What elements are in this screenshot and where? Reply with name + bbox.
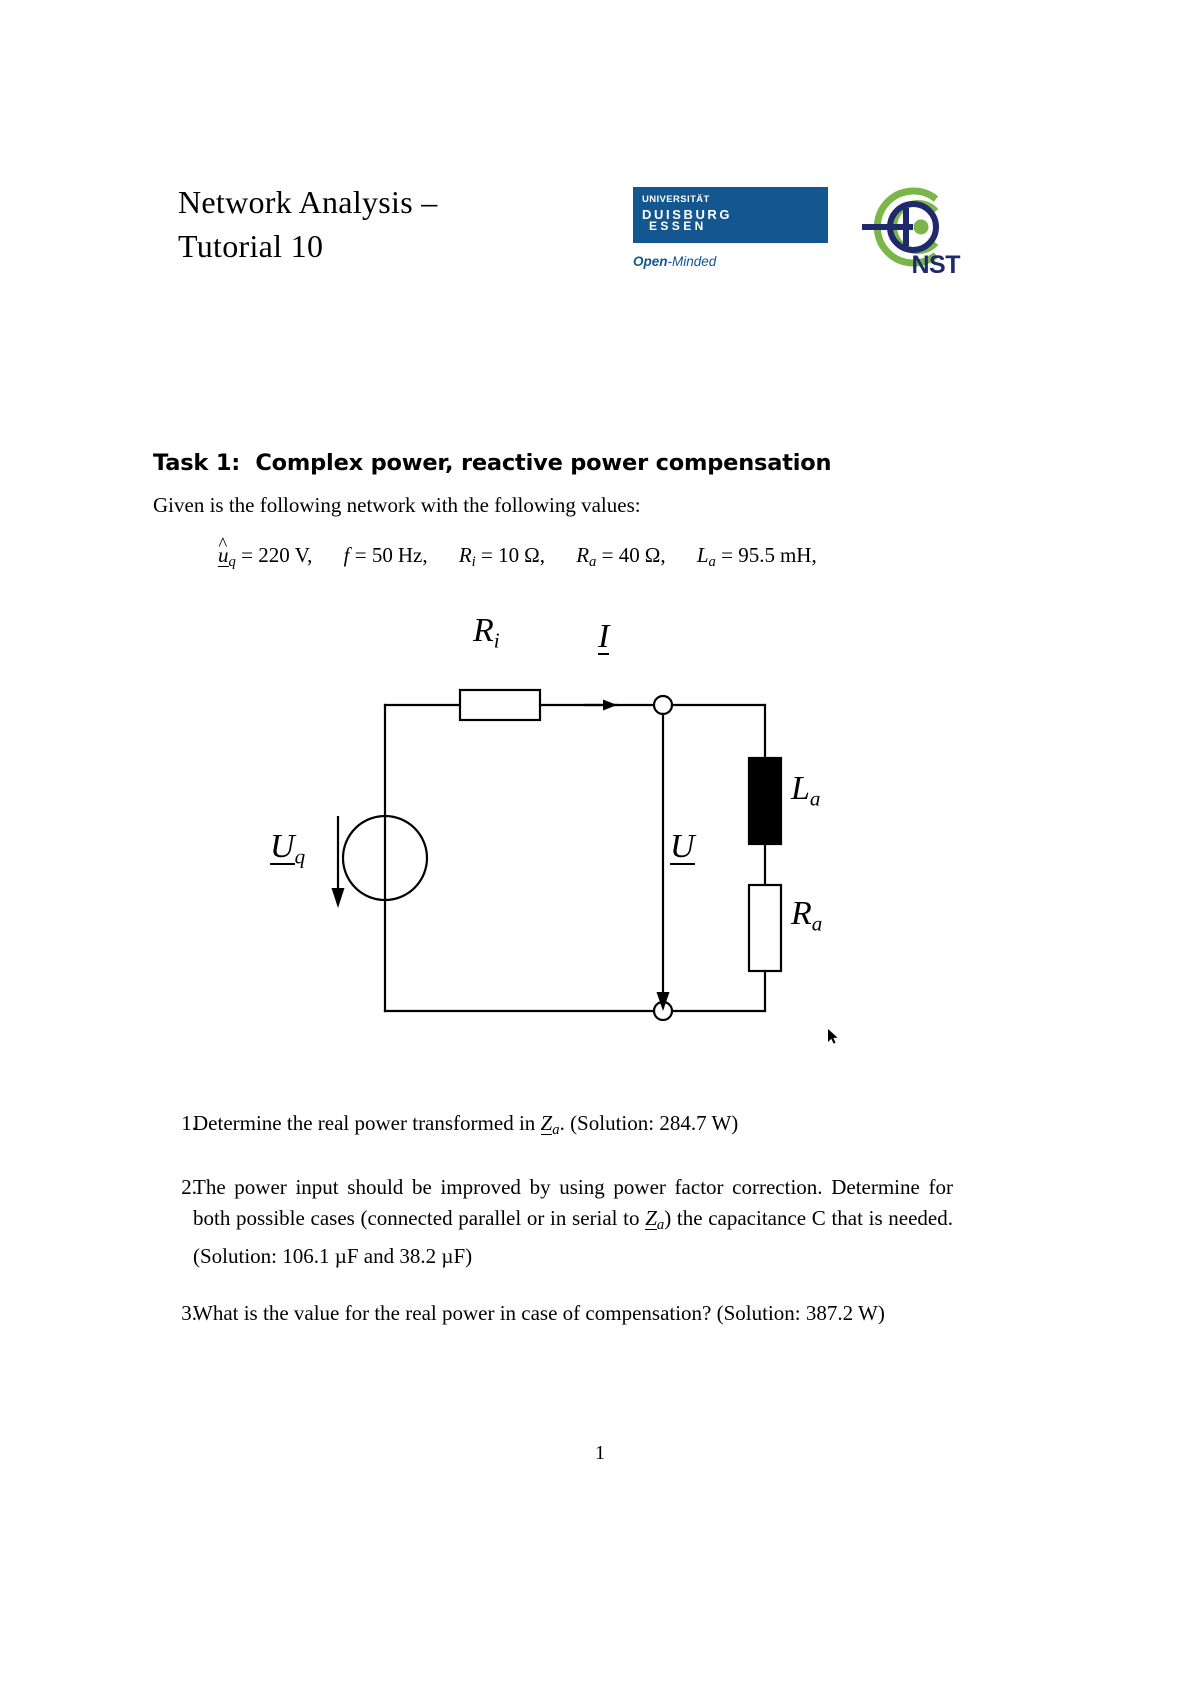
- resistor-ri-body: [458, 688, 542, 722]
- list-item-text-2: The power input should be improved by us…: [193, 1172, 953, 1272]
- inductor-la-body: [747, 756, 783, 846]
- q1-symbol: Z: [540, 1111, 553, 1135]
- label-ra-sub: a: [811, 911, 823, 936]
- resistor-ra-body: [747, 883, 783, 973]
- terminal-node-top: [652, 694, 674, 716]
- list-item-text-1: Determine the real power transformed in …: [193, 1108, 953, 1146]
- task-intro-text: Given is the following network with the …: [153, 493, 641, 517]
- document-page: Network Analysis – Tutorial 10 UNIVERSIT…: [0, 0, 1200, 1697]
- university-logo-line-universitat: UNIVERSITÄT: [642, 194, 710, 205]
- label-current-i: I: [598, 618, 610, 656]
- list-item-number-1: 1.: [181, 1111, 197, 1135]
- nst-green-dot: [913, 219, 929, 235]
- label-la-sub: a: [809, 786, 821, 811]
- label-inductor-la: La: [791, 770, 820, 811]
- q2-symbol: Z: [645, 1206, 657, 1231]
- q1-symbol-sub: a: [552, 1122, 560, 1139]
- circuit-graphic: [331, 688, 783, 1022]
- label-uq-sub: q: [294, 844, 306, 869]
- label-ri-symbol: R: [473, 612, 494, 649]
- given-value-ra: Ra = 40 Ω,: [576, 543, 666, 571]
- nst-logo: NST: [850, 178, 962, 286]
- page-title-line-1: Network Analysis –: [178, 184, 438, 220]
- label-la-symbol: L: [791, 770, 810, 807]
- mouse-cursor: [828, 1029, 838, 1044]
- tagline-minded: -Minded: [667, 254, 717, 269]
- label-resistor-ri: Ri: [473, 612, 500, 653]
- list-item-number-3: 3.: [181, 1301, 197, 1326]
- page-title: Network Analysis – Tutorial 10: [178, 180, 618, 268]
- page-number: 1: [595, 1442, 605, 1464]
- current-arrow: [583, 699, 619, 711]
- list-item: 3. What is the value for the real power …: [153, 1298, 953, 1329]
- page-title-line-2: Tutorial 10: [178, 228, 324, 264]
- given-value-uq: ^ uq = 220 V,: [218, 534, 313, 571]
- label-uq-symbol: U: [270, 828, 295, 866]
- q1-text-before: Determine the real power transformed in: [193, 1111, 541, 1135]
- nst-logo-text: NST: [911, 251, 961, 279]
- document-header: Network Analysis – Tutorial 10 UNIVERSIT…: [178, 180, 1028, 290]
- list-item-number-2: 2.: [181, 1175, 197, 1200]
- label-resistor-ra: Ra: [791, 895, 822, 936]
- given-value-la: La = 95.5 mH,: [696, 543, 817, 571]
- q3-text-before: What is the value for the real power in …: [193, 1301, 885, 1326]
- q1-text-after: . (Solution: 284.7 W): [559, 1111, 739, 1135]
- label-voltage-u: U: [670, 828, 695, 866]
- label-ri-sub: i: [493, 628, 500, 653]
- voltage-uq-arrowhead: [331, 888, 345, 908]
- tagline-open: Open: [633, 254, 668, 269]
- label-ra-symbol: R: [791, 895, 812, 932]
- university-logo-tagline: Open-Minded: [633, 254, 828, 269]
- circuit-diagram: Ri I Uq U La Ra: [255, 612, 895, 1060]
- university-logo-line-essen: ESSEN: [649, 219, 707, 233]
- label-i-symbol: I: [598, 618, 610, 656]
- label-u-symbol: U: [670, 828, 695, 866]
- list-item: 2. The power input should be improved by…: [153, 1172, 953, 1272]
- question-list: 1. Determine the real power transformed …: [153, 1108, 953, 1355]
- list-item-text-3: What is the value for the real power in …: [193, 1298, 953, 1329]
- list-item: 1. Determine the real power transformed …: [153, 1108, 953, 1146]
- university-logo: UNIVERSITÄT DUISBURG ESSEN Open-Minded: [633, 187, 828, 269]
- given-value-ri: Ri = 10 Ω,: [458, 543, 545, 571]
- task-heading: Task 1: Complex power, reactive power co…: [153, 450, 832, 476]
- given-value-f: f = 50 Hz,: [343, 543, 428, 567]
- label-source-uq: Uq: [270, 828, 305, 869]
- university-logo-box: UNIVERSITÄT DUISBURG ESSEN: [633, 187, 828, 243]
- given-values-equation: ^ uq = 220 V, f = 50 Hz, Ri = 10 Ω, Ra = 40 Ω…: [218, 534, 817, 571]
